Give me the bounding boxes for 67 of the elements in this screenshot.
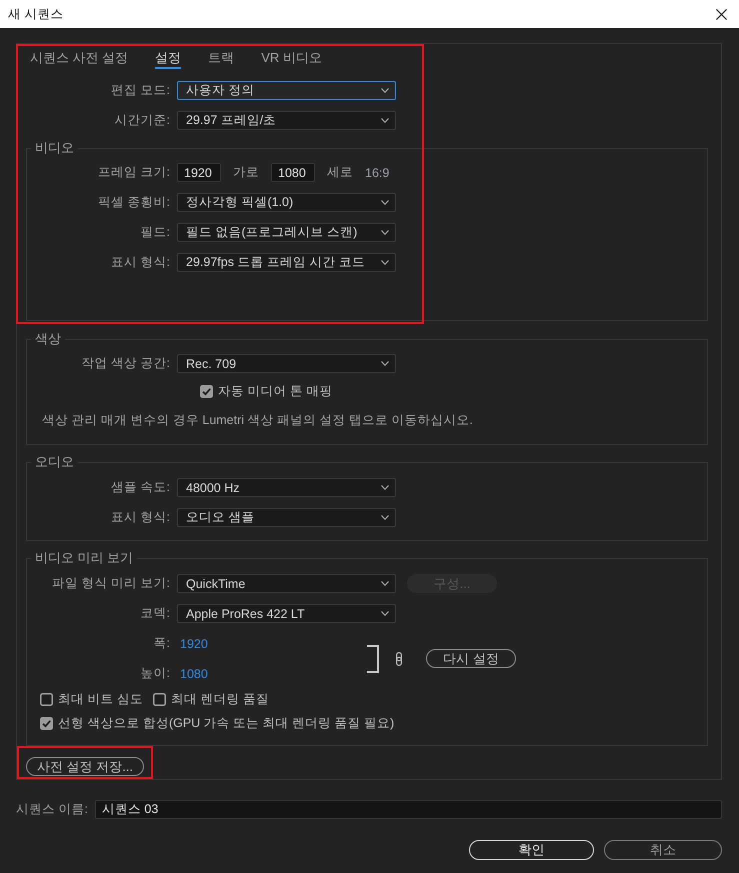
dropdown[interactable]: 필드 없음(프로그레시브 스캔) bbox=[177, 223, 396, 242]
field-label: 세로 bbox=[327, 164, 353, 181]
field-label: 폭: bbox=[152, 635, 170, 652]
dropdown[interactable]: 29.97 프레임/초 bbox=[177, 111, 396, 130]
height-field[interactable]: 1080 bbox=[271, 163, 315, 182]
chevron-down-icon bbox=[381, 485, 389, 490]
tab[interactable]: 설정 bbox=[155, 50, 182, 69]
field-label: 높이: bbox=[140, 665, 170, 682]
field-label: 시퀀스 이름: bbox=[16, 801, 88, 818]
dropdown[interactable]: QuickTime bbox=[177, 574, 396, 593]
chevron-down-icon bbox=[381, 118, 389, 123]
chevron-down-icon bbox=[381, 260, 389, 265]
field-label: 가로 bbox=[233, 164, 259, 181]
dropdown[interactable]: 29.97fps 드롭 프레임 시간 코드 bbox=[177, 253, 396, 272]
dropdown[interactable]: 사용자 정의 bbox=[177, 81, 396, 100]
checkbox-label[interactable]: 자동 미디어 톤 매핑 bbox=[218, 383, 332, 400]
field-label: 샘플 속도: bbox=[110, 479, 170, 496]
checkbox[interactable] bbox=[152, 693, 166, 706]
cancel-button[interactable]: 취소 bbox=[604, 840, 722, 860]
chevron-down-icon bbox=[381, 230, 389, 235]
dropdown[interactable]: 오디오 샘플 bbox=[177, 508, 396, 527]
checkbox-label[interactable]: 선형 색상으로 합성(GPU 가속 또는 최대 렌더링 품질 필요) bbox=[58, 715, 394, 732]
save-preset-button[interactable]: 사전 설정 저장... bbox=[26, 757, 144, 776]
field-label: 픽셀 종횡비: bbox=[97, 194, 170, 211]
reset-button[interactable]: 다시 설정 bbox=[426, 649, 516, 668]
aspect-ratio-text: 16:9 bbox=[365, 166, 390, 180]
field-label: 필드: bbox=[140, 224, 170, 241]
section-title: 색상 bbox=[34, 331, 62, 347]
sequence-name-field[interactable]: 시퀀스 03 bbox=[94, 800, 722, 819]
field-label: 표시 형식: bbox=[110, 254, 170, 271]
checkbox[interactable] bbox=[40, 717, 53, 730]
window-title: 새 시퀀스 bbox=[8, 6, 64, 22]
width-field[interactable]: 1920 bbox=[177, 163, 221, 182]
close-icon[interactable] bbox=[716, 8, 727, 20]
tab[interactable]: 트랙 bbox=[208, 50, 234, 69]
checkbox[interactable] bbox=[40, 693, 53, 706]
section-title: 오디오 bbox=[34, 454, 75, 470]
field-label: 편집 모드: bbox=[110, 82, 170, 99]
dropdown[interactable]: Apple ProRes 422 LT bbox=[177, 604, 396, 623]
ok-button[interactable]: 확인 bbox=[469, 840, 594, 860]
section-title: 비디오 미리 보기 bbox=[34, 550, 134, 566]
chevron-down-icon bbox=[381, 581, 389, 586]
chevron-down-icon bbox=[381, 361, 389, 366]
value-text: 1920 bbox=[180, 636, 208, 650]
checkbox-label[interactable]: 최대 렌더링 품질 bbox=[170, 691, 269, 708]
field-label: 파일 형식 미리 보기: bbox=[51, 575, 170, 592]
field-label: 코덱: bbox=[140, 605, 170, 622]
field-label: 작업 색상 공간: bbox=[80, 355, 170, 372]
bracket-icon bbox=[367, 644, 379, 672]
field-label: 프레임 크기: bbox=[97, 164, 170, 181]
field-label: 표시 형식: bbox=[110, 509, 170, 526]
info-text: 색상 관리 매개 변수의 경우 Lumetri 색상 패널의 설정 탭으로 이동하십시오. bbox=[41, 412, 473, 428]
dropdown[interactable]: 48000 Hz bbox=[177, 478, 396, 497]
checkbox[interactable] bbox=[200, 385, 213, 398]
tab[interactable]: 시퀀스 사전 설정 bbox=[30, 50, 128, 69]
section-title: 비디오 bbox=[34, 140, 75, 156]
chevron-down-icon bbox=[381, 200, 389, 205]
field-label: 시간기준: bbox=[114, 112, 170, 129]
chevron-down-icon bbox=[381, 611, 389, 616]
tab[interactable]: VR 비디오 bbox=[261, 50, 322, 69]
value-text: 1080 bbox=[180, 666, 208, 680]
chevron-down-icon bbox=[381, 88, 389, 93]
chevron-down-icon bbox=[381, 515, 389, 520]
chain-link-icon[interactable] bbox=[396, 652, 402, 666]
dropdown[interactable]: 정사각형 픽셀(1.0) bbox=[177, 193, 396, 212]
checkbox-label[interactable]: 최대 비트 심도 bbox=[58, 691, 143, 708]
dropdown[interactable]: Rec. 709 bbox=[177, 354, 396, 373]
